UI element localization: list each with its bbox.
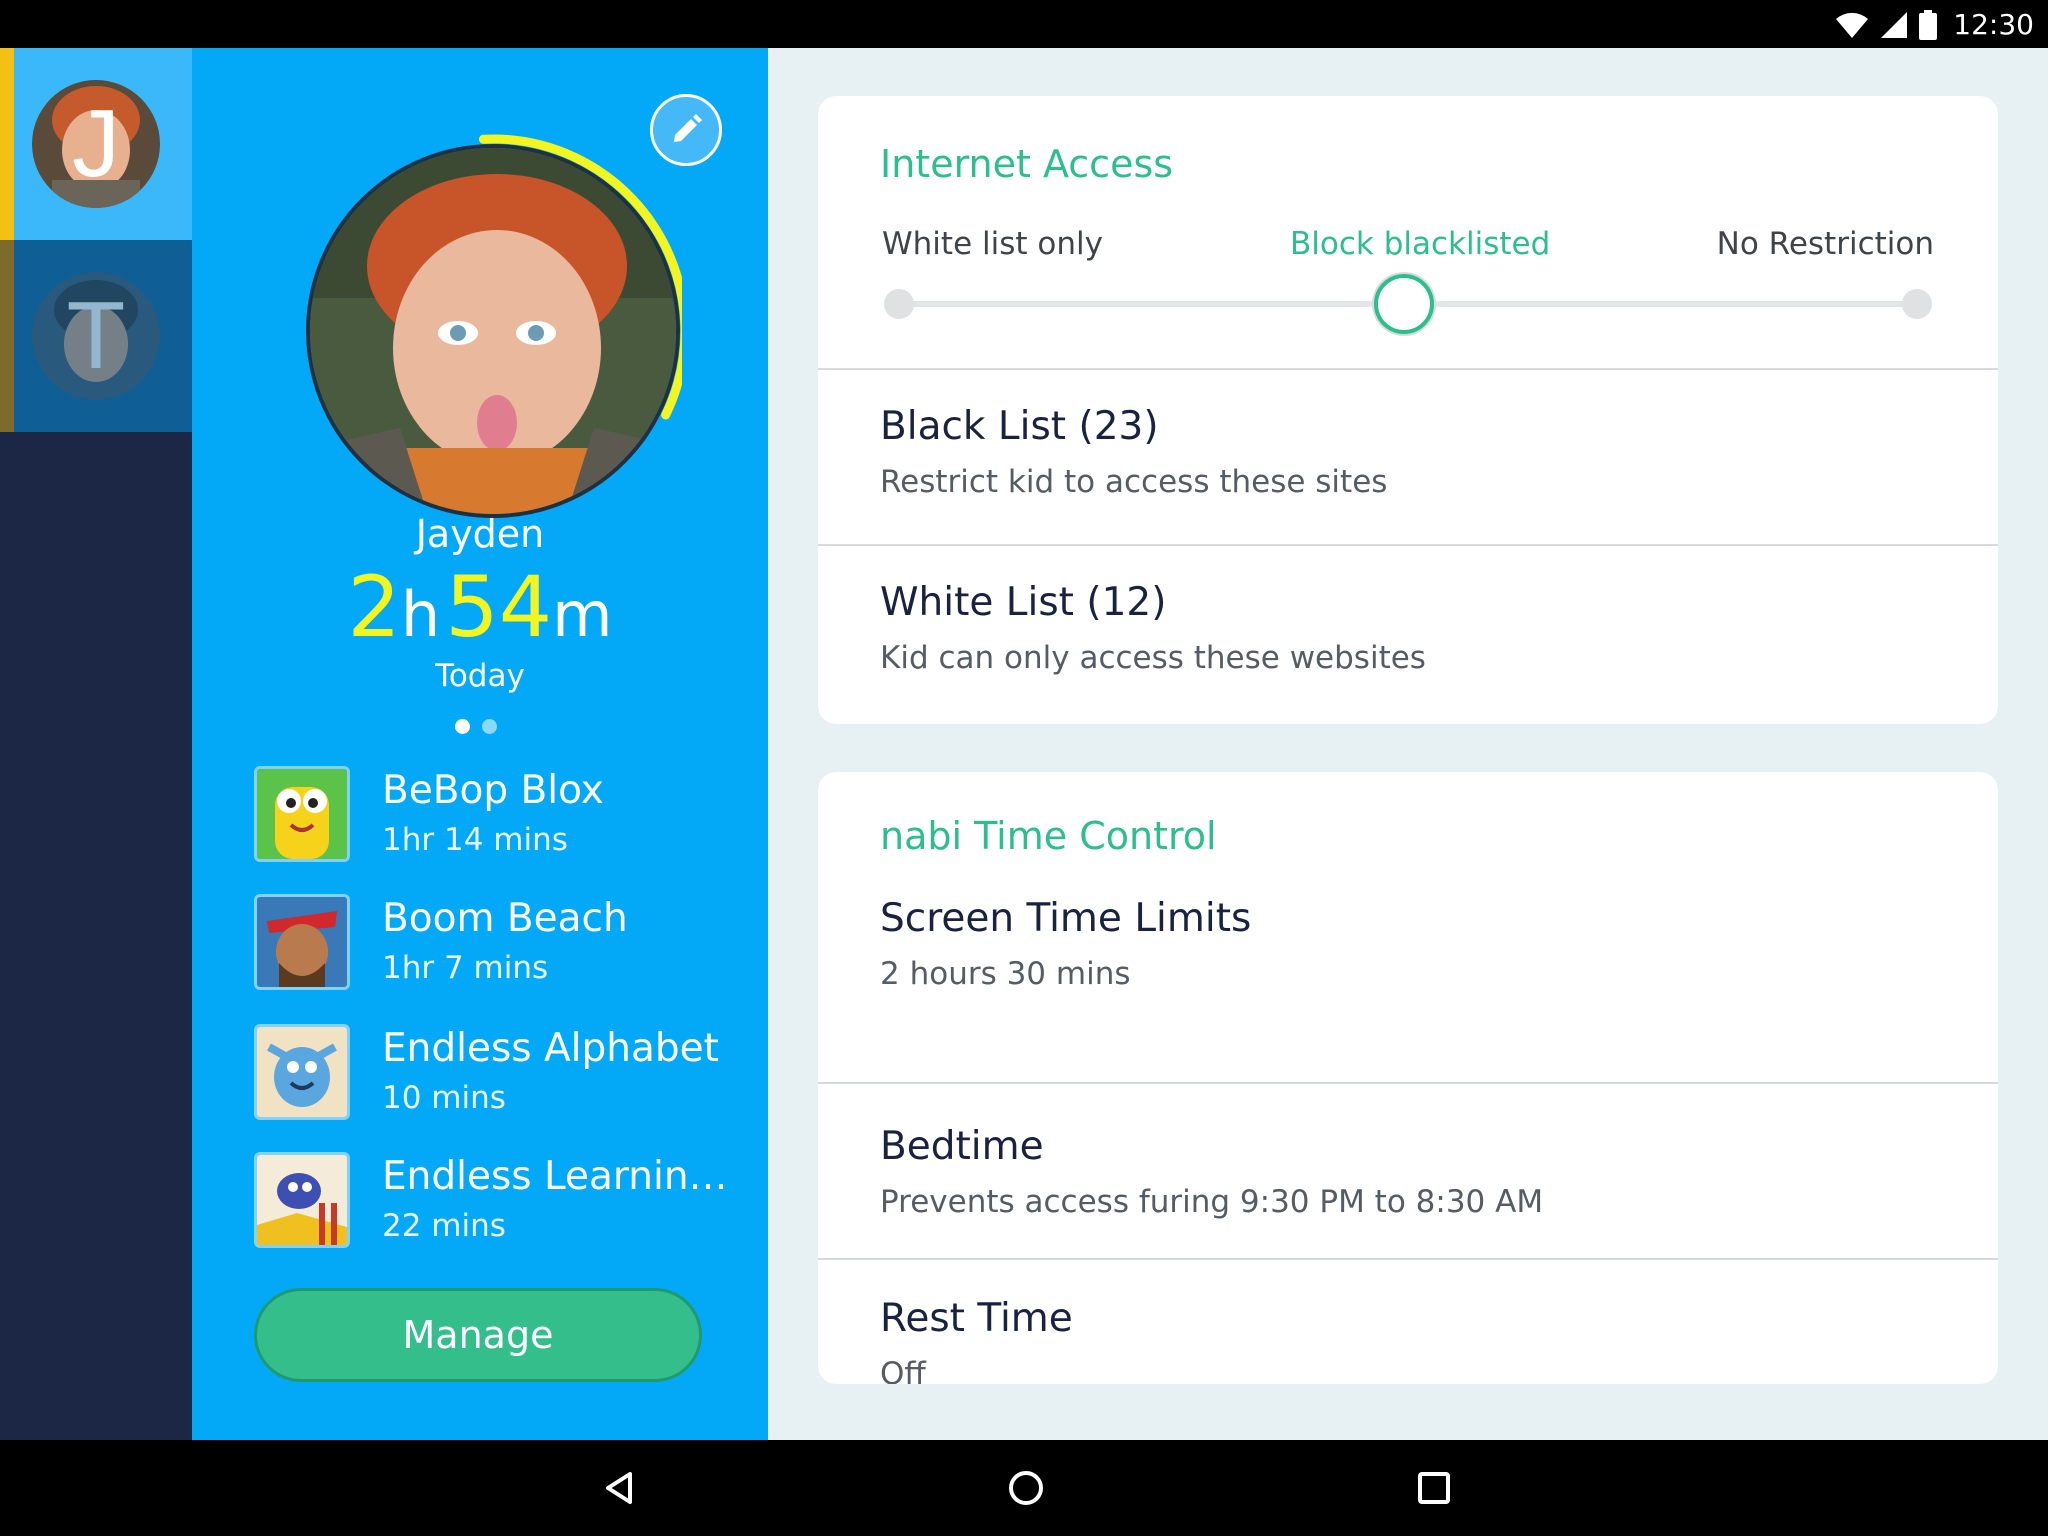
app-name: Endless Learnin… — [382, 1154, 728, 1199]
bedtime-subtitle: Prevents access furing 9:30 PM to 8:30 A… — [880, 1184, 1544, 1220]
black-list-subtitle: Restrict kid to access these sites — [880, 464, 1388, 500]
app-name: Boom Beach — [382, 896, 628, 941]
settings-content: Internet Access White list only Block bl… — [768, 48, 2048, 1440]
page-indicator — [455, 719, 497, 734]
page-dot-active[interactable] — [455, 719, 470, 734]
status-icons: 12:30 — [1835, 8, 2034, 41]
app-row-endless-learning[interactable]: Endless Learnin… 22 mins — [254, 1152, 734, 1252]
slider-stop-no-restriction[interactable] — [1902, 289, 1932, 319]
usage-today: 2h 54m — [192, 558, 768, 656]
app-row-endless-alphabet[interactable]: Endless Alphabet 10 mins — [254, 1024, 734, 1124]
home-button[interactable] — [998, 1460, 1054, 1516]
recents-button[interactable] — [1406, 1460, 1462, 1516]
slider-stop-white-list[interactable] — [884, 289, 914, 319]
usage-minutes-unit: m — [552, 578, 613, 651]
rest-time-row[interactable]: Rest Time Off — [818, 1260, 1998, 1384]
usage-minutes: 54 — [445, 558, 553, 656]
bedtime-row[interactable]: Bedtime Prevents access furing 9:30 PM t… — [818, 1084, 1998, 1258]
system-navigation-bar — [0, 1440, 2048, 1536]
battery-icon — [1919, 9, 1938, 40]
time-control-title: nabi Time Control — [880, 814, 1217, 858]
wifi-icon — [1836, 12, 1869, 38]
app-time: 1hr 14 mins — [382, 822, 568, 858]
back-icon — [606, 1472, 632, 1504]
status-time: 12:30 — [1953, 8, 2034, 41]
kid-name: Jayden — [415, 512, 545, 556]
screen-time-title: Screen Time Limits — [880, 896, 1252, 941]
internet-access-slider-thumb[interactable] — [1374, 274, 1434, 334]
endless-learning-app-icon — [254, 1152, 350, 1248]
profile-tab-t[interactable]: T — [0, 240, 192, 432]
pencil-icon — [674, 114, 702, 142]
bebop-blox-app-icon — [254, 766, 350, 862]
internet-access-title: Internet Access — [880, 142, 1174, 186]
usage-hours-unit: h — [400, 578, 441, 651]
kid-avatar-area — [282, 94, 682, 518]
edit-profile-button[interactable] — [650, 94, 722, 166]
profile-initial: J — [72, 90, 120, 197]
internet-access-card: Internet Access White list only Block bl… — [818, 96, 1998, 724]
screen-time-limits-row[interactable]: Screen Time Limits 2 hours 30 mins — [818, 882, 1998, 1022]
status-bar: 12:30 — [0, 0, 2048, 48]
black-list-row[interactable]: Black List (23) Restrict kid to access t… — [818, 370, 1998, 544]
app-row-boom-beach[interactable]: Boom Beach 1hr 7 mins — [254, 894, 734, 994]
endless-alphabet-app-icon — [254, 1024, 350, 1120]
screen-time-subtitle: 2 hours 30 mins — [880, 956, 1131, 992]
app-name: Endless Alphabet — [382, 1026, 719, 1071]
usage-period-label: Today — [435, 658, 525, 694]
app-time: 22 mins — [382, 1208, 506, 1244]
app-time: 1hr 7 mins — [382, 950, 549, 986]
profile-initial: T — [66, 282, 126, 389]
page-dot[interactable] — [482, 719, 497, 734]
kid-summary-panel: Jayden 2h 54m Today BeBop Blox 1hr 14 mi… — [192, 48, 768, 1440]
profile-marker — [0, 240, 14, 432]
recents-icon — [1418, 1472, 1450, 1504]
option-block-blacklisted[interactable]: Block blacklisted — [1290, 226, 1550, 262]
avatar: J — [32, 80, 160, 208]
rest-time-subtitle: Off — [880, 1356, 926, 1384]
manage-button[interactable]: Manage — [254, 1288, 702, 1382]
app-row-bebop-blox[interactable]: BeBop Blox 1hr 14 mins — [254, 766, 734, 866]
profile-rail: J T — [0, 48, 192, 1440]
home-icon — [1009, 1471, 1043, 1505]
time-control-card: nabi Time Control Screen Time Limits 2 h… — [818, 772, 1998, 1384]
boom-beach-app-icon — [254, 894, 350, 990]
white-list-subtitle: Kid can only access these websites — [880, 640, 1426, 676]
app-time: 10 mins — [382, 1080, 506, 1116]
option-white-list-only[interactable]: White list only — [882, 226, 1103, 262]
bedtime-title: Bedtime — [880, 1124, 1044, 1169]
profile-tab-jayden[interactable]: J — [0, 48, 192, 240]
white-list-row[interactable]: White List (12) Kid can only access thes… — [818, 546, 1998, 724]
avatar: T — [32, 272, 160, 400]
usage-ring — [478, 134, 682, 420]
back-button[interactable] — [592, 1460, 648, 1516]
usage-hours: 2 — [347, 558, 401, 656]
app-name: BeBop Blox — [382, 768, 604, 813]
white-list-title: White List (12) — [880, 580, 1167, 625]
black-list-title: Black List (23) — [880, 404, 1159, 449]
signal-icon — [1881, 11, 1908, 38]
rest-time-title: Rest Time — [880, 1296, 1073, 1341]
active-profile-marker — [0, 48, 14, 240]
option-no-restriction[interactable]: No Restriction — [1717, 226, 1934, 262]
